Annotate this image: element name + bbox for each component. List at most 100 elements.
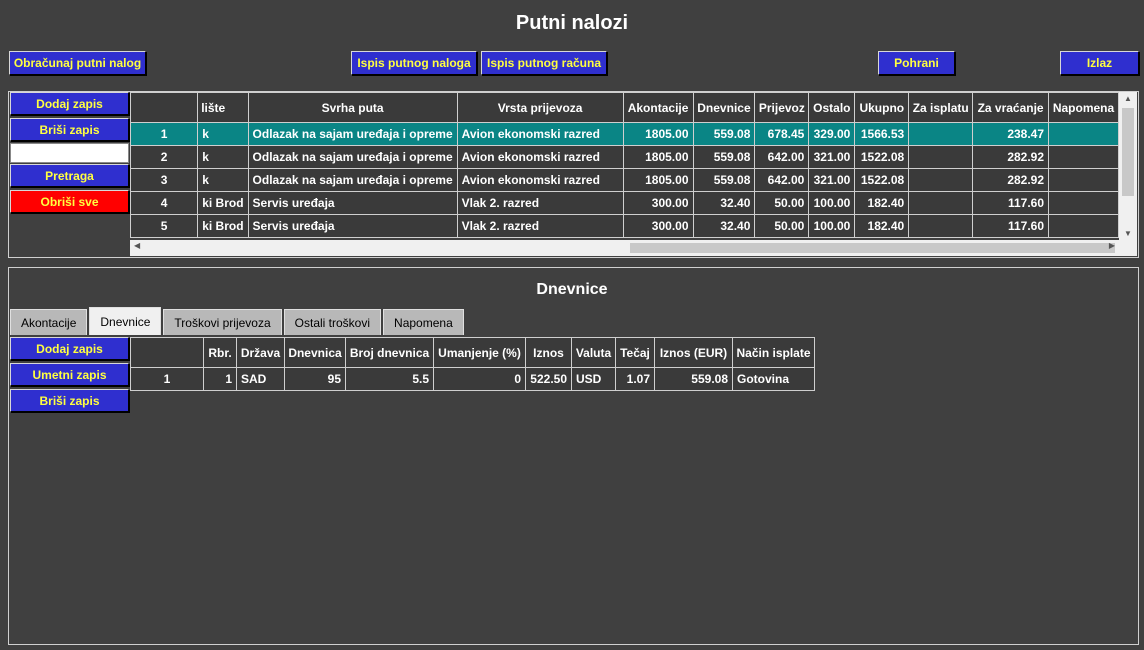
table-cell[interactable]: 32.40 bbox=[692, 214, 756, 238]
tab-tro-kovi-prijevoza[interactable]: Troškovi prijevoza bbox=[163, 309, 282, 335]
table-cell[interactable]: Odlazak na sajam uređaja i opreme bbox=[247, 145, 458, 169]
table-cell[interactable]: 1 bbox=[203, 367, 237, 391]
table-cell[interactable]: USD bbox=[571, 367, 616, 391]
table-cell[interactable]: k bbox=[197, 145, 249, 169]
table-cell[interactable]: 4 bbox=[130, 191, 199, 215]
table-cell[interactable]: 2 bbox=[130, 145, 199, 169]
per-diem-column-header[interactable]: Iznos (EUR) bbox=[654, 337, 733, 368]
table-cell[interactable]: 559.08 bbox=[654, 367, 733, 391]
table-cell[interactable]: 321.00 bbox=[808, 168, 856, 192]
table-cell[interactable] bbox=[1048, 214, 1119, 238]
table-row[interactable]: 5 ki Brod Servis uređaja Vlak 2. razred 300.… bbox=[130, 214, 1119, 238]
table-cell[interactable]: 329.00 bbox=[808, 122, 856, 146]
table-cell[interactable]: Odlazak na sajam uređaja i opreme bbox=[247, 168, 458, 192]
table-cell[interactable]: 117.60 bbox=[972, 191, 1050, 215]
per-diem-column-header[interactable]: Iznos bbox=[525, 337, 572, 368]
table-cell[interactable]: 282.92 bbox=[972, 168, 1050, 192]
table-row[interactable]: 2 k Odlazak na sajam uređaja i opreme Avion… bbox=[130, 145, 1119, 169]
scroll-thumb[interactable] bbox=[630, 243, 1115, 253]
table-cell[interactable]: 117.60 bbox=[972, 214, 1050, 238]
orders-vertical-scrollbar[interactable]: ▲ ▼ bbox=[1119, 92, 1137, 240]
scroll-thumb[interactable] bbox=[1122, 108, 1134, 196]
delete-all-button[interactable]: Obriši sve bbox=[10, 190, 129, 213]
table-cell[interactable] bbox=[1048, 168, 1119, 192]
table-cell[interactable]: 1805.00 bbox=[622, 145, 694, 169]
table-cell[interactable]: 559.08 bbox=[692, 122, 756, 146]
search-button[interactable]: Pretraga bbox=[10, 164, 129, 187]
table-cell[interactable]: Servis uređaja bbox=[247, 191, 458, 215]
table-cell[interactable]: 1522.08 bbox=[854, 145, 910, 169]
tab-akontacije[interactable]: Akontacije bbox=[10, 309, 88, 335]
table-cell[interactable]: 642.00 bbox=[754, 145, 810, 169]
tab-napomena[interactable]: Napomena bbox=[383, 309, 464, 335]
table-row[interactable]: 1 k Odlazak na sajam uređaja i opreme Avion… bbox=[130, 122, 1119, 146]
calculate-order-button[interactable]: Obračunaj putni nalog bbox=[9, 51, 146, 75]
table-cell[interactable] bbox=[908, 214, 974, 238]
orders-column-header[interactable]: Ukupno bbox=[854, 92, 910, 123]
per-diem-column-header[interactable]: Broj dnevnica bbox=[345, 337, 434, 368]
table-cell[interactable]: 50.00 bbox=[754, 191, 810, 215]
per-diem-column-header[interactable]: Tečaj bbox=[615, 337, 655, 368]
per-diem-column-header[interactable]: Valuta bbox=[571, 337, 616, 368]
orders-column-header[interactable]: Ostalo bbox=[808, 92, 856, 123]
per-diem-column-header[interactable]: Rbr. bbox=[203, 337, 237, 368]
orders-column-header[interactable]: Prijevoz bbox=[754, 92, 810, 123]
table-cell[interactable]: Vlak 2. razred bbox=[456, 214, 624, 238]
table-cell[interactable]: 1 bbox=[130, 122, 199, 146]
table-cell[interactable]: 3 bbox=[130, 168, 199, 192]
details-add-record-button[interactable]: Dodaj zapis bbox=[10, 337, 129, 360]
table-cell[interactable]: 300.00 bbox=[622, 191, 694, 215]
save-button[interactable]: Pohrani bbox=[878, 51, 955, 75]
table-cell[interactable]: 238.47 bbox=[972, 122, 1050, 146]
table-cell[interactable]: Gotovina bbox=[732, 367, 815, 391]
table-cell[interactable]: Avion ekonomski razred bbox=[456, 168, 624, 192]
table-cell[interactable]: 282.92 bbox=[972, 145, 1050, 169]
table-cell[interactable]: 1 bbox=[130, 367, 204, 391]
orders-column-header[interactable]: Dnevnice bbox=[692, 92, 756, 123]
table-cell[interactable]: 1805.00 bbox=[622, 168, 694, 192]
details-insert-record-button[interactable]: Umetni zapis bbox=[10, 363, 129, 386]
table-cell[interactable]: 32.40 bbox=[692, 191, 756, 215]
scroll-right-icon[interactable]: ▶ bbox=[1109, 241, 1115, 250]
per-diem-column-header[interactable]: Država bbox=[236, 337, 285, 368]
orders-column-header[interactable]: Za vraćanje bbox=[972, 92, 1050, 123]
table-cell[interactable]: Servis uređaja bbox=[247, 214, 458, 238]
per-diem-grid[interactable]: Rbr. Država Dnevnica Broj dnevnica Umanjenje… bbox=[130, 337, 830, 397]
orders-column-header[interactable]: Za isplatu bbox=[908, 92, 974, 123]
table-cell[interactable]: Avion ekonomski razred bbox=[456, 145, 624, 169]
table-cell[interactable]: 5.5 bbox=[345, 367, 434, 391]
exit-button[interactable]: Izlaz bbox=[1060, 51, 1139, 75]
table-cell[interactable]: 1.07 bbox=[615, 367, 655, 391]
table-cell[interactable] bbox=[1048, 145, 1119, 169]
orders-column-header[interactable]: lište bbox=[197, 92, 249, 123]
table-cell[interactable]: Odlazak na sajam uređaja i opreme bbox=[247, 122, 458, 146]
table-cell[interactable]: k bbox=[197, 168, 249, 192]
table-cell[interactable]: 559.08 bbox=[692, 145, 756, 169]
per-diem-column-header[interactable] bbox=[130, 337, 204, 368]
scroll-left-icon[interactable]: ◀ bbox=[134, 241, 140, 250]
per-diem-column-header[interactable]: Umanjenje (%) bbox=[433, 337, 526, 368]
add-record-button[interactable]: Dodaj zapis bbox=[10, 92, 129, 115]
table-cell[interactable]: 182.40 bbox=[854, 191, 910, 215]
table-cell[interactable] bbox=[1048, 122, 1119, 146]
orders-grid[interactable]: lište Svrha puta Vrsta prijevoza Akontacije… bbox=[130, 92, 1119, 240]
table-cell[interactable]: k bbox=[197, 122, 249, 146]
orders-column-header[interactable]: Akontacije bbox=[622, 92, 694, 123]
scroll-down-icon[interactable]: ▼ bbox=[1119, 229, 1137, 238]
delete-record-button[interactable]: Briši zapis bbox=[10, 118, 129, 141]
table-cell[interactable] bbox=[908, 145, 974, 169]
table-cell[interactable]: ki Brod bbox=[197, 214, 249, 238]
orders-column-header[interactable]: Napomena bbox=[1048, 92, 1119, 123]
table-row[interactable]: 1 1 SAD 95 5.5 0 522.50 USD 1.07 559.08 Gotovina bbox=[130, 367, 815, 391]
details-delete-record-button[interactable]: Briši zapis bbox=[10, 389, 129, 412]
scroll-up-icon[interactable]: ▲ bbox=[1119, 94, 1137, 103]
print-order-button[interactable]: Ispis putnog naloga bbox=[351, 51, 477, 75]
table-cell[interactable]: 522.50 bbox=[525, 367, 572, 391]
table-cell[interactable]: Vlak 2. razred bbox=[456, 191, 624, 215]
table-cell[interactable]: 95 bbox=[284, 367, 346, 391]
table-cell[interactable]: Avion ekonomski razred bbox=[456, 122, 624, 146]
table-cell[interactable]: 678.45 bbox=[754, 122, 810, 146]
orders-horizontal-scrollbar[interactable]: ◀ ▶ bbox=[130, 240, 1119, 256]
print-invoice-button[interactable]: Ispis putnog računa bbox=[481, 51, 607, 75]
search-input[interactable] bbox=[10, 143, 129, 163]
